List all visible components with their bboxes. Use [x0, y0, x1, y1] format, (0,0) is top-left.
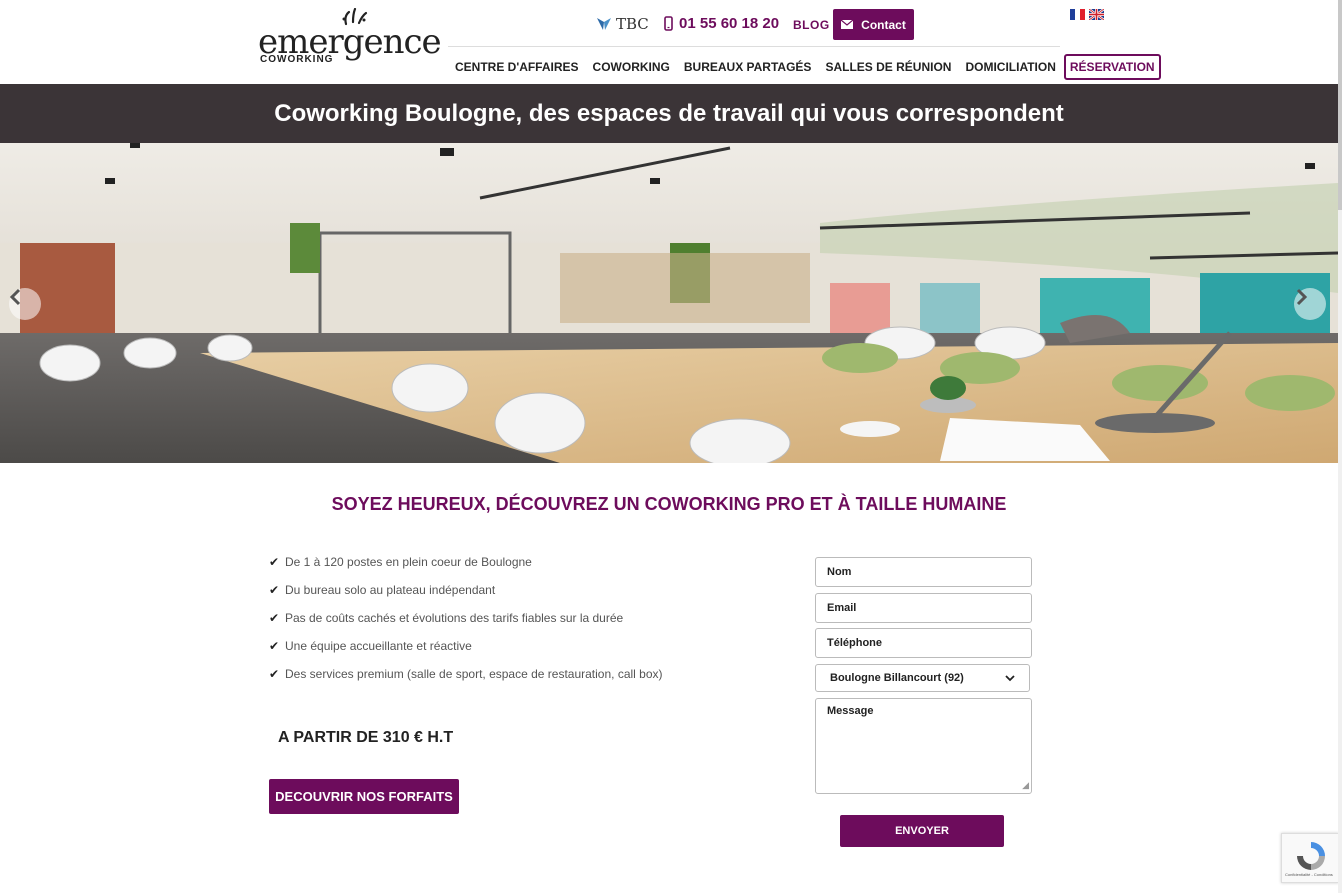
phone-number: 01 55 60 18 20 — [679, 15, 780, 32]
message-placeholder: Message — [827, 705, 874, 717]
feature-text: Des services premium (salle de sport, es… — [285, 667, 663, 681]
checkmark-icon: ✔ — [269, 555, 280, 569]
resize-handle-icon[interactable]: ◢ — [1022, 780, 1029, 791]
features-list: ✔ De 1 à 120 postes en plein coeur de Bou… — [269, 548, 663, 688]
nav-item-bureaux-partages[interactable]: BUREAUX PARTAGÉS — [677, 60, 819, 74]
scrollbar-thumb[interactable] — [1338, 0, 1342, 210]
nav-item-domiciliation[interactable]: DOMICILIATION — [958, 60, 1062, 74]
page-scrollbar[interactable] — [1338, 0, 1342, 893]
name-field[interactable]: Nom — [815, 557, 1032, 587]
chevron-right-icon — [1296, 288, 1308, 306]
checkmark-icon: ✔ — [269, 667, 280, 681]
feature-text: Pas de coûts cachés et évolutions des ta… — [285, 611, 624, 625]
uk-flag-icon[interactable] — [1089, 9, 1104, 20]
checkmark-icon: ✔ — [269, 611, 280, 625]
tbc-partner-logo[interactable]: TBC — [596, 15, 649, 33]
checkmark-icon: ✔ — [269, 583, 280, 597]
feature-text: Du bureau solo au plateau indépendant — [285, 583, 496, 597]
recaptcha-badge[interactable]: Confidentialité - Conditions — [1281, 833, 1339, 883]
recaptcha-text: Confidentialité - Conditions — [1285, 872, 1333, 877]
feature-item: ✔ Pas de coûts cachés et évolutions des t… — [269, 604, 663, 632]
tbc-label: TBC — [616, 15, 649, 33]
language-switcher — [1070, 9, 1104, 20]
main-navigation: CENTRE D'AFFAIRES COWORKING BUREAUX PART… — [448, 54, 1161, 80]
nav-item-salles-reunion[interactable]: SALLES DE RÉUNION — [818, 60, 958, 74]
feature-item: ✔ Du bureau solo au plateau indépendant — [269, 576, 663, 604]
feature-text: De 1 à 120 postes en plein coeur de Boul… — [285, 555, 532, 569]
feature-text: Une équipe accueillante et réactive — [285, 639, 472, 653]
envelope-icon — [841, 20, 854, 29]
send-button[interactable]: ENVOYER — [840, 815, 1004, 847]
price-text: A PARTIR DE 310 € H.T — [278, 729, 454, 746]
location-select[interactable]: Boulogne Billancourt (92) — [815, 664, 1030, 692]
page-title-band: Coworking Boulogne, des espaces de trava… — [0, 84, 1338, 143]
nav-item-coworking[interactable]: COWORKING — [586, 60, 677, 74]
contact-button[interactable]: Contact — [833, 9, 914, 40]
contact-label: Contact — [861, 17, 906, 32]
chevron-left-icon — [9, 288, 21, 306]
feature-item: ✔ Des services premium (salle de sport, e… — [269, 660, 663, 688]
nav-divider — [448, 46, 1060, 47]
email-field[interactable]: Email — [815, 593, 1032, 623]
carousel-next-button[interactable] — [1294, 288, 1326, 320]
nav-item-centre-affaires[interactable]: CENTRE D'AFFAIRES — [448, 60, 586, 74]
phone-field[interactable]: Téléphone — [815, 628, 1032, 658]
hero-coworking-illustration — [0, 143, 1338, 463]
emergence-logo[interactable]: emergence COWORKING — [258, 8, 442, 70]
discover-plans-button[interactable]: DECOUVRIR NOS FORFAITS — [269, 779, 459, 814]
feature-item: ✔ Une équipe accueillante et réactive — [269, 632, 663, 660]
phone-link[interactable]: 01 55 60 18 20 — [664, 15, 779, 32]
site-header: emergence COWORKING TBC 01 55 60 18 20 B… — [0, 0, 1342, 84]
reservation-button[interactable]: RÉSERVATION — [1063, 54, 1161, 80]
hero-carousel — [0, 143, 1338, 463]
tbc-leaf-icon — [597, 18, 611, 30]
location-selected-value: Boulogne Billancourt (92) — [830, 672, 964, 684]
feature-item: ✔ De 1 à 120 postes en plein coeur de Bou… — [269, 548, 663, 576]
chevron-down-icon — [1005, 674, 1015, 681]
checkmark-icon: ✔ — [269, 639, 280, 653]
blog-link[interactable]: BLOG — [793, 18, 830, 32]
carousel-prev-button[interactable] — [9, 288, 41, 320]
section-title: SOYEZ HEUREUX, DÉCOUVREZ UN COWORKING PR… — [331, 494, 1007, 514]
page-title: Coworking Boulogne, des espaces de trava… — [274, 99, 1064, 127]
french-flag-icon[interactable] — [1070, 9, 1085, 20]
logo-subtitle: COWORKING — [260, 54, 334, 65]
recaptcha-icon — [1297, 842, 1325, 870]
mobile-phone-icon — [664, 16, 673, 31]
message-field[interactable]: Message ◢ — [815, 698, 1032, 794]
